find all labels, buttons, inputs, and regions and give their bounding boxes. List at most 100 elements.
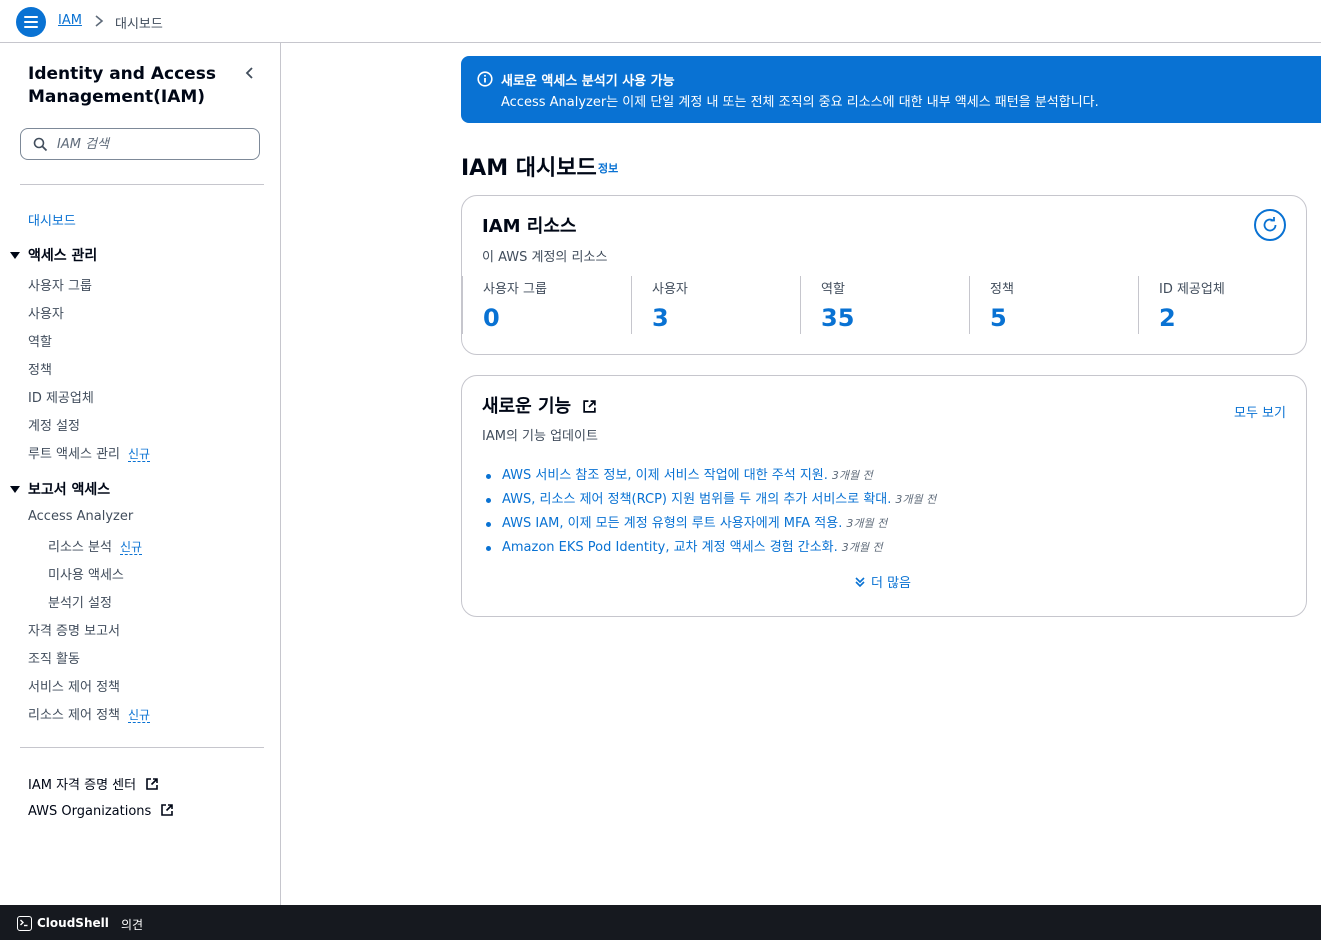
feedback-button[interactable]: 의견	[121, 916, 143, 933]
flash-title: 새로운 액세스 분석기 사용 가능	[501, 74, 675, 89]
nav-users[interactable]: 사용자	[28, 303, 64, 322]
nav-identity-providers[interactable]: ID 제공업체	[28, 387, 94, 406]
show-more-button[interactable]: 더 많음	[854, 572, 911, 591]
nav-organization-activity[interactable]: 조직 활동	[28, 648, 80, 667]
nav-dashboard[interactable]: 대시보드	[28, 210, 76, 229]
new-badge: 신규	[128, 447, 151, 462]
show-more-label: 더 많음	[871, 576, 912, 591]
news-link[interactable]: AWS 서비스 참조 정보, 이제 서비스 작업에 대한 주석 지원.	[502, 466, 828, 486]
search-icon	[33, 137, 48, 152]
metric-value[interactable]: 0	[483, 304, 500, 332]
chevron-double-down-icon	[855, 576, 865, 587]
menu-toggle-button[interactable]	[16, 7, 46, 37]
metric-label: 정책	[990, 282, 1014, 297]
news-link[interactable]: Amazon EKS Pod Identity, 교차 계정 액세스 경험 간소…	[502, 538, 838, 558]
refresh-button[interactable]	[1254, 209, 1286, 241]
new-badge: 신규	[119, 540, 143, 555]
nav-section-access-reports[interactable]: 보고서 액세스	[10, 479, 110, 499]
iam-resources-card: IAM 리소스 이 AWS 계정의 리소스 사용자 그룹 0 사용자 3 역할 …	[461, 195, 1307, 355]
nav-aws-organizations-link[interactable]: AWS Organizations	[28, 803, 174, 819]
nav-resource-analysis[interactable]: 리소스 분석 신규	[48, 536, 143, 555]
nav-roles[interactable]: 역할	[28, 331, 52, 350]
metric-identity-providers: ID 제공업체 2	[1138, 276, 1307, 334]
search-field	[20, 128, 260, 160]
bullet	[486, 473, 491, 479]
cloudshell-icon[interactable]	[17, 916, 32, 931]
service-title: Identity and Access Management(IAM)	[28, 64, 216, 107]
metric-policies: 정책 5	[969, 276, 1138, 334]
nav-policies[interactable]: 정책	[28, 359, 52, 378]
whats-new-card: 새로운 기능 모두 보기 IAM의 기능 업데이트 AWS 서비스 참조 정보,…	[461, 375, 1307, 617]
flash-message: Access Analyzer는 이제 단일 계정 내 또는 전체 조직의 중요…	[501, 95, 1099, 110]
nav-label: IAM 자격 증명 센터	[28, 778, 137, 793]
list-item: Amazon EKS Pod Identity, 교차 계정 액세스 경험 간소…	[486, 536, 936, 560]
external-link-icon	[161, 804, 174, 816]
nav-unused-access[interactable]: 미사용 액세스	[48, 564, 124, 583]
metric-value[interactable]: 3	[652, 304, 669, 332]
metric-label: 사용자	[652, 282, 688, 297]
caret-down-icon	[10, 251, 20, 259]
info-link[interactable]: 정보	[598, 160, 618, 176]
chevron-left-icon[interactable]	[242, 65, 258, 81]
nav-section-access-management[interactable]: 액세스 관리	[10, 245, 97, 265]
nav-user-groups[interactable]: 사용자 그룹	[28, 275, 92, 294]
side-navigation: Identity and Access Management(IAM) 대시보드…	[0, 43, 281, 905]
card-description: 이 AWS 계정의 리소스	[482, 250, 608, 265]
external-link-icon[interactable]	[582, 399, 597, 414]
news-list: AWS 서비스 참조 정보, 이제 서비스 작업에 대한 주석 지원. 3개월 전…	[486, 464, 936, 560]
cloudshell-button[interactable]: CloudShell	[37, 916, 109, 930]
news-age: 3개월 전	[841, 541, 883, 554]
refresh-icon	[1263, 217, 1277, 232]
info-icon	[477, 71, 493, 87]
external-link-icon	[146, 778, 159, 790]
card-title-text: 새로운 기능	[482, 396, 572, 417]
card-title: 새로운 기능	[482, 392, 597, 418]
nav-label: 루트 액세스 관리	[28, 447, 120, 462]
breadcrumb-current: 대시보드	[115, 17, 163, 32]
new-badge: 신규	[128, 708, 151, 723]
nav-credential-report[interactable]: 자격 증명 보고서	[28, 620, 120, 639]
bullet	[486, 497, 491, 503]
nav-account-settings[interactable]: 계정 설정	[28, 415, 80, 434]
footer-bar: CloudShell 의견	[0, 905, 1321, 940]
nav-service-control-policies[interactable]: 서비스 제어 정책	[28, 676, 120, 695]
chevron-right-icon	[95, 15, 104, 27]
search-input[interactable]	[57, 136, 247, 152]
metric-label: 역할	[821, 282, 845, 297]
metric-roles: 역할 35	[800, 276, 969, 334]
info-flashbar: 새로운 액세스 분석기 사용 가능 Access Analyzer는 이제 단일…	[461, 56, 1321, 123]
news-link[interactable]: AWS IAM, 이제 모든 계정 유형의 루트 사용자에게 MFA 적용.	[502, 514, 842, 534]
metric-users: 사용자 3	[631, 276, 800, 334]
nav-label: AWS Organizations	[28, 804, 152, 819]
news-age: 3개월 전	[831, 469, 873, 482]
nav-iam-identity-center-link[interactable]: IAM 자격 증명 센터	[28, 774, 159, 793]
list-item: AWS 서비스 참조 정보, 이제 서비스 작업에 대한 주석 지원. 3개월 전	[486, 464, 936, 488]
metric-value[interactable]: 5	[990, 304, 1007, 332]
divider	[20, 184, 264, 185]
news-link[interactable]: AWS, 리소스 제어 정책(RCP) 지원 범위를 두 개의 추가 서비스로 …	[502, 490, 891, 510]
caret-down-icon	[10, 485, 20, 493]
nav-section-label: 보고서 액세스	[28, 482, 111, 498]
nav-root-access-management[interactable]: 루트 액세스 관리 신규	[28, 443, 151, 462]
bullet	[486, 545, 491, 551]
nav-resource-control-policies[interactable]: 리소스 제어 정책 신규	[28, 704, 151, 723]
news-age: 3개월 전	[846, 517, 888, 530]
metric-label: ID 제공업체	[1159, 282, 1225, 297]
metric-value[interactable]: 35	[821, 304, 854, 332]
metric-user-groups: 사용자 그룹 0	[462, 276, 631, 334]
news-age: 3개월 전	[895, 493, 937, 506]
nav-analyzer-settings[interactable]: 분석기 설정	[48, 592, 112, 611]
nav-access-analyzer[interactable]: Access Analyzer	[28, 509, 133, 524]
nav-label: 리소스 분석	[48, 540, 112, 555]
breadcrumb-iam-link[interactable]: IAM	[58, 13, 82, 28]
page-title: IAM 대시보드	[461, 156, 597, 181]
list-item: AWS IAM, 이제 모든 계정 유형의 루트 사용자에게 MFA 적용. 3개…	[486, 512, 936, 536]
card-title: IAM 리소스	[482, 216, 577, 237]
divider	[20, 747, 264, 748]
view-all-link[interactable]: 모두 보기	[1234, 402, 1286, 421]
metric-value[interactable]: 2	[1159, 304, 1176, 332]
nav-section-label: 액세스 관리	[28, 248, 98, 264]
bullet	[486, 521, 491, 527]
top-navigation-bar: IAM 대시보드	[0, 0, 1321, 43]
list-item: AWS, 리소스 제어 정책(RCP) 지원 범위를 두 개의 추가 서비스로 …	[486, 488, 936, 512]
